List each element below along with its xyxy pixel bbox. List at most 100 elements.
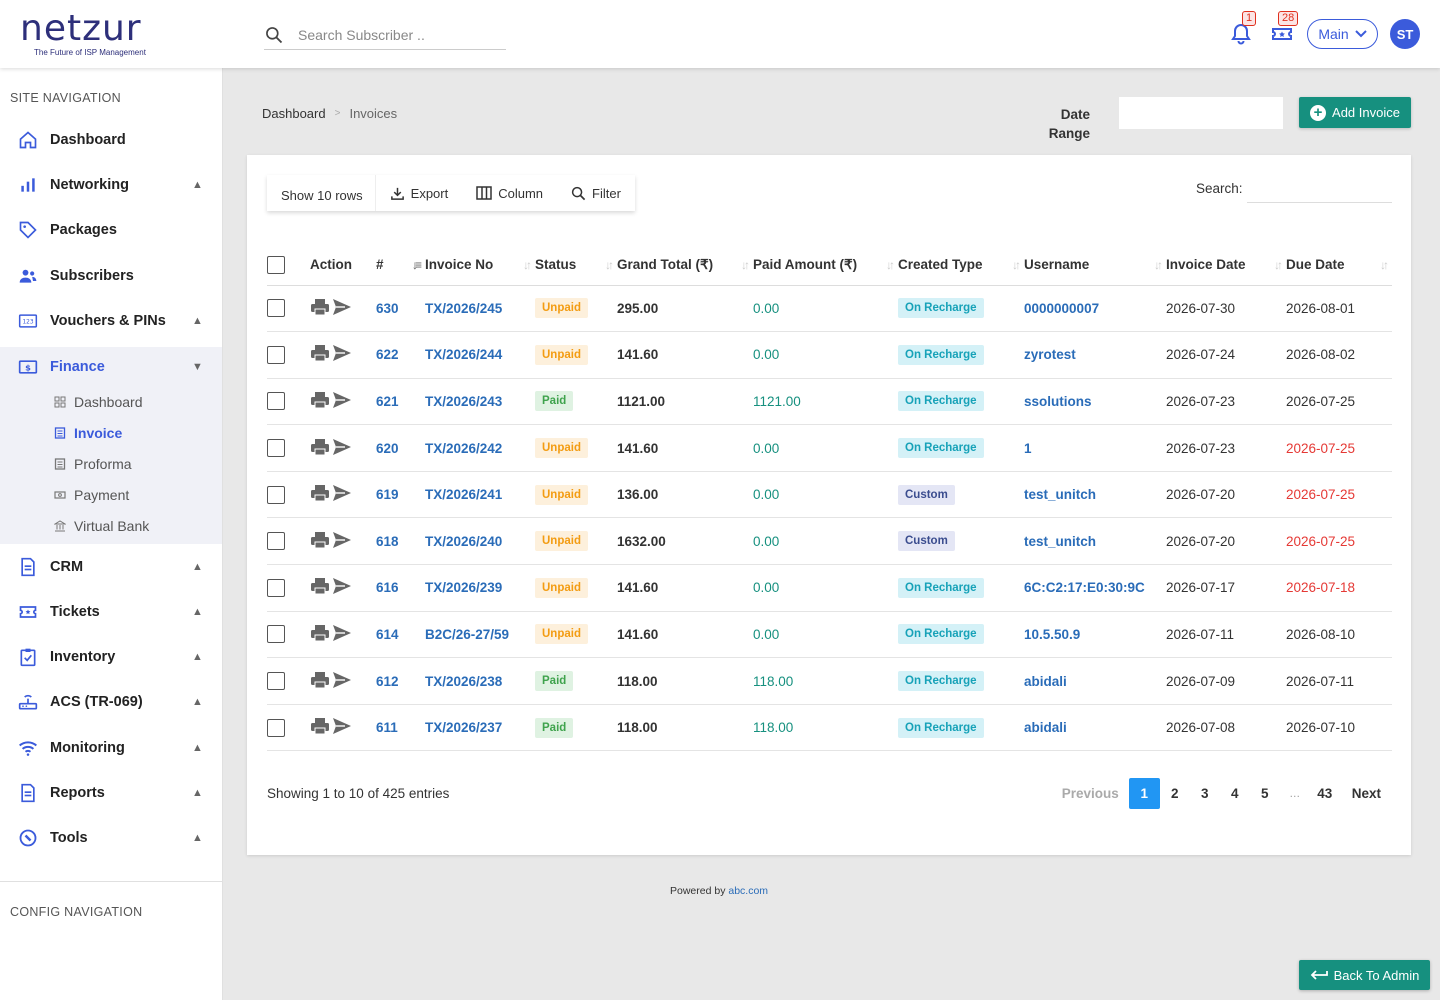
invoice-no-link[interactable]: TX/2026/243 — [425, 378, 535, 426]
print-icon[interactable] — [310, 717, 330, 738]
username-link[interactable]: zyrotest — [1024, 331, 1166, 379]
username-link[interactable]: abidali — [1024, 704, 1166, 752]
sidebar-item-packages[interactable]: Packages — [0, 212, 222, 248]
id-cell[interactable]: 620 — [376, 424, 425, 472]
sidebar-item-tickets[interactable]: Tickets ▲ — [0, 594, 222, 630]
sidebar-item-vouchers[interactable]: 123 Vouchers & PINs ▲ — [0, 303, 222, 339]
invoice-no-link[interactable]: TX/2026/241 — [425, 471, 535, 519]
id-cell[interactable]: 618 — [376, 517, 425, 566]
send-icon[interactable] — [332, 298, 352, 319]
tickets-button[interactable]: 28 — [1270, 11, 1299, 46]
invoice-no-link[interactable]: TX/2026/244 — [425, 331, 535, 379]
invoice-no-link[interactable]: TX/2026/238 — [425, 657, 535, 705]
send-icon[interactable] — [332, 671, 352, 692]
print-icon[interactable] — [310, 438, 330, 459]
col-created-type[interactable]: Created Type ↓↑ — [898, 245, 1024, 286]
invoice-no-link[interactable]: TX/2026/240 — [425, 517, 535, 566]
col-username[interactable]: Username ↓↑ — [1024, 245, 1166, 286]
export-button[interactable]: Export — [376, 175, 463, 211]
powered-by-link[interactable]: abc.com — [728, 885, 768, 897]
brand-logo[interactable]: netzur The Future of ISP Management — [20, 10, 146, 58]
pagination-previous[interactable]: Previous — [1052, 779, 1129, 809]
pagination-page[interactable]: 43 — [1310, 779, 1340, 809]
breadcrumb-home[interactable]: Dashboard — [262, 106, 326, 121]
workspace-selector[interactable]: Main — [1307, 19, 1378, 49]
row-checkbox[interactable] — [267, 345, 285, 364]
username-link[interactable]: test_unitch — [1024, 471, 1166, 519]
pagination-page[interactable]: 2 — [1160, 779, 1190, 809]
pagination-page[interactable]: 1 — [1128, 778, 1160, 809]
username-link[interactable]: 10.5.50.9 — [1024, 611, 1166, 659]
user-avatar[interactable]: ST — [1390, 19, 1420, 49]
username-link[interactable]: 1 — [1024, 424, 1166, 472]
row-checkbox[interactable] — [267, 625, 285, 644]
print-icon[interactable] — [310, 391, 330, 412]
col-due-date[interactable]: Due Date ↓↑ — [1286, 245, 1392, 286]
invoice-no-link[interactable]: TX/2026/242 — [425, 424, 535, 472]
pagination-page[interactable]: 5 — [1250, 779, 1280, 809]
print-icon[interactable] — [310, 671, 330, 692]
invoice-no-link[interactable]: TX/2026/239 — [425, 564, 535, 612]
pagination-page[interactable]: 3 — [1190, 779, 1220, 809]
id-cell[interactable]: 616 — [376, 564, 425, 612]
finance-sub-invoice[interactable]: Invoice — [54, 425, 122, 441]
finance-sub-virtual-bank[interactable]: Virtual Bank — [54, 518, 149, 534]
table-search-input[interactable] — [1247, 177, 1392, 203]
sidebar-item-inventory[interactable]: Inventory ▲ — [0, 639, 222, 675]
select-all-checkbox[interactable] — [267, 255, 285, 274]
row-checkbox[interactable] — [267, 578, 285, 597]
pagination-page[interactable]: 4 — [1220, 779, 1250, 809]
username-link[interactable]: 6C:C2:17:E0:30:9C — [1024, 564, 1166, 612]
send-icon[interactable] — [332, 391, 352, 412]
send-icon[interactable] — [332, 438, 352, 459]
send-icon[interactable] — [332, 344, 352, 365]
send-icon[interactable] — [332, 577, 352, 598]
send-icon[interactable] — [332, 717, 352, 738]
row-checkbox[interactable] — [267, 532, 285, 551]
date-range-input[interactable] — [1119, 97, 1283, 129]
finance-sub-dashboard[interactable]: Dashboard — [54, 394, 143, 410]
filter-button[interactable]: Filter — [557, 175, 635, 211]
invoice-no-link[interactable]: B2C/26-27/59 — [425, 611, 535, 659]
sidebar-item-reports[interactable]: Reports ▲ — [0, 775, 222, 811]
sidebar-item-finance[interactable]: $ Finance ▼ — [0, 349, 222, 385]
id-cell[interactable]: 614 — [376, 611, 425, 659]
col-status[interactable]: Status ↓↑ — [535, 245, 617, 286]
col-paid-amount[interactable]: Paid Amount (₹) ↓↑ — [753, 245, 898, 286]
col-grand-total[interactable]: Grand Total (₹) ↓↑ — [617, 245, 753, 286]
username-link[interactable]: 0000000007 — [1024, 285, 1166, 333]
sidebar-item-crm[interactable]: CRM ▲ — [0, 549, 222, 585]
print-icon[interactable] — [310, 484, 330, 505]
row-checkbox[interactable] — [267, 392, 285, 411]
print-icon[interactable] — [310, 298, 330, 319]
sidebar-item-acs[interactable]: ACS (TR-069) ▲ — [0, 684, 222, 720]
col-id[interactable]: # ↓≡ — [376, 245, 425, 286]
print-icon[interactable] — [310, 624, 330, 645]
id-cell[interactable]: 611 — [376, 704, 425, 752]
add-invoice-button[interactable]: + Add Invoice — [1299, 97, 1411, 128]
notifications-button[interactable]: 1 — [1229, 11, 1257, 46]
pagination-next[interactable]: Next — [1340, 779, 1393, 809]
back-to-admin-button[interactable]: Back To Admin — [1299, 960, 1430, 990]
id-cell[interactable]: 622 — [376, 331, 425, 379]
username-link[interactable]: abidali — [1024, 657, 1166, 705]
show-rows-button[interactable]: Show 10 rows — [267, 175, 376, 211]
col-invoice-no[interactable]: Invoice No ↓↑ — [425, 245, 535, 286]
sidebar-item-monitoring[interactable]: Monitoring ▲ — [0, 730, 222, 766]
finance-sub-proforma[interactable]: Proforma — [54, 456, 132, 472]
send-icon[interactable] — [332, 624, 352, 645]
id-cell[interactable]: 621 — [376, 378, 425, 426]
subscriber-search-input[interactable] — [298, 26, 498, 43]
sidebar-item-networking[interactable]: Networking ▲ — [0, 167, 222, 203]
username-link[interactable]: ssolutions — [1024, 378, 1166, 426]
finance-sub-payment[interactable]: Payment — [54, 487, 129, 503]
id-cell[interactable]: 612 — [376, 657, 425, 705]
print-icon[interactable] — [310, 344, 330, 365]
row-checkbox[interactable] — [267, 485, 285, 504]
row-checkbox[interactable] — [267, 672, 285, 691]
id-cell[interactable]: 630 — [376, 285, 425, 333]
send-icon[interactable] — [332, 531, 352, 552]
sidebar-item-dashboard[interactable]: Dashboard — [0, 122, 222, 158]
print-icon[interactable] — [310, 577, 330, 598]
sidebar-item-subscribers[interactable]: Subscribers — [0, 258, 222, 294]
